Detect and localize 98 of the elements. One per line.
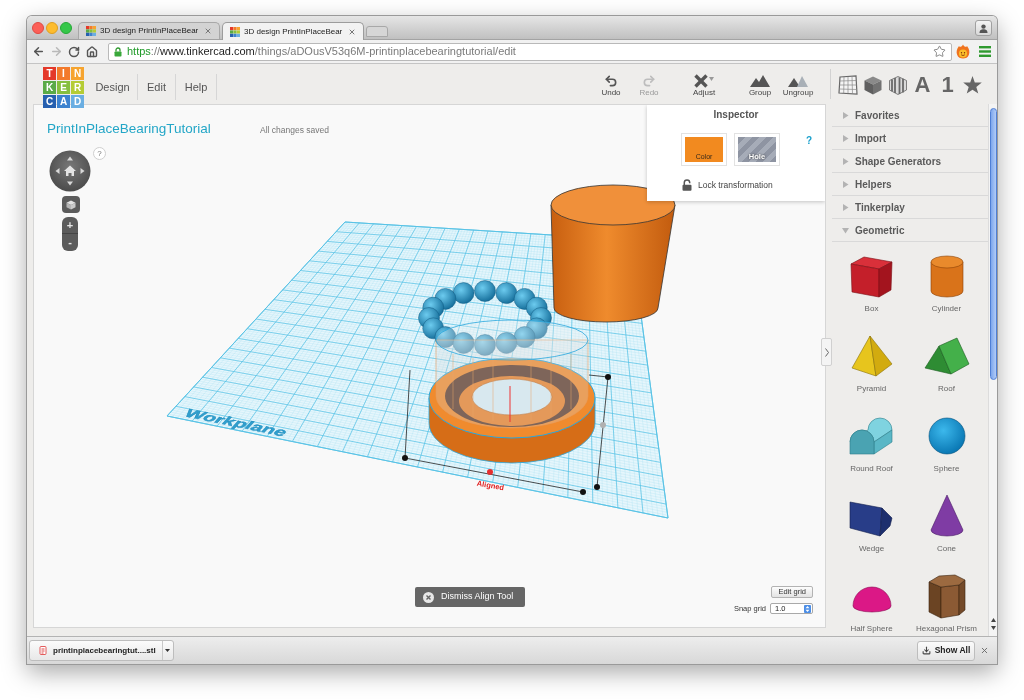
left-arrow-icon[interactable] bbox=[55, 168, 60, 174]
align-handle[interactable] bbox=[594, 484, 600, 490]
shape-tile[interactable]: Box bbox=[834, 242, 909, 322]
close-icon[interactable] bbox=[980, 646, 989, 655]
orbit-control[interactable] bbox=[49, 150, 91, 192]
lock-icon bbox=[114, 46, 122, 57]
bead-ring-drawing[interactable] bbox=[418, 280, 552, 356]
shape-tile[interactable]: Roof bbox=[909, 322, 984, 402]
align-handle[interactable] bbox=[487, 469, 493, 475]
browser-tab[interactable]: 3D design PrintInPlaceBear bbox=[78, 22, 220, 39]
colored-grid-icon bbox=[86, 26, 96, 36]
download-menu-button[interactable] bbox=[161, 641, 173, 660]
panel-tab[interactable] bbox=[835, 75, 860, 95]
logo-tile: D bbox=[71, 95, 84, 108]
inspector-help-button[interactable]: ? bbox=[806, 136, 813, 146]
align-handle[interactable] bbox=[600, 422, 606, 428]
shape-tile[interactable]: Hexagonal Prism bbox=[909, 562, 984, 636]
shape-tile[interactable]: Pyramid bbox=[834, 322, 909, 402]
menu-icon[interactable] bbox=[979, 46, 991, 57]
ungroup-button[interactable]: Ungroup bbox=[778, 64, 818, 100]
right-arrow-icon[interactable] bbox=[80, 168, 85, 174]
close-window-icon[interactable] bbox=[32, 22, 44, 34]
inspector-title: Inspector bbox=[713, 109, 759, 121]
colored-grid-icon bbox=[230, 26, 240, 37]
arrow-right-icon bbox=[49, 45, 63, 58]
menu-item[interactable]: Design bbox=[88, 74, 138, 100]
zoom-in-button[interactable]: + bbox=[62, 217, 78, 234]
scroll-down-icon[interactable] bbox=[990, 626, 996, 630]
align-handle[interactable] bbox=[580, 489, 586, 495]
caret-icon bbox=[165, 649, 171, 652]
logo-tile: T bbox=[43, 67, 56, 80]
file-icon bbox=[39, 646, 47, 655]
logo-tile: C bbox=[43, 95, 56, 108]
zoom-out-button[interactable]: - bbox=[62, 234, 78, 251]
shape-tile[interactable]: Round Roof bbox=[834, 402, 909, 482]
show-all-button[interactable]: Show All bbox=[917, 640, 975, 661]
open-lock-icon[interactable] bbox=[682, 179, 692, 192]
flame-face-icon[interactable] bbox=[956, 44, 970, 59]
panel-tab[interactable]: 1 bbox=[935, 75, 960, 95]
star-icon bbox=[963, 76, 982, 94]
striped-cube-icon bbox=[888, 75, 907, 95]
close-icon[interactable] bbox=[204, 27, 212, 35]
save-status: All changes saved bbox=[260, 124, 329, 137]
lock-transformation-label: Lock transformation bbox=[698, 179, 773, 192]
download-icon bbox=[921, 646, 931, 655]
align-handle[interactable] bbox=[605, 374, 611, 380]
logo-tile: N bbox=[71, 67, 84, 80]
shape-tile[interactable]: Half Sphere bbox=[834, 562, 909, 636]
grid-icon bbox=[837, 75, 858, 95]
group-button[interactable]: Group bbox=[743, 64, 777, 100]
home-icon bbox=[86, 45, 98, 58]
logo-tile: E bbox=[57, 81, 70, 94]
adjust-button[interactable]: Adjust bbox=[686, 64, 722, 100]
panel-tab[interactable]: A bbox=[910, 75, 935, 95]
chevron-right-icon bbox=[824, 347, 829, 357]
bearing-ring-drawing[interactable] bbox=[428, 319, 596, 464]
close-icon[interactable] bbox=[348, 27, 356, 36]
cube-icon bbox=[863, 75, 882, 95]
redo-arrow-icon bbox=[642, 74, 656, 88]
down-arrow-icon[interactable] bbox=[67, 181, 73, 186]
cube-icon bbox=[66, 199, 76, 210]
mountains-icon bbox=[750, 75, 770, 87]
undo-button[interactable]: Undo bbox=[593, 64, 629, 100]
shape-tile[interactable]: Sphere bbox=[909, 402, 984, 482]
ruler-pencil-icon bbox=[694, 74, 708, 88]
logo-tile: I bbox=[57, 67, 70, 80]
address-field[interactable]: https://www.tinkercad.com/things/aDOusV53q6M-printinplacebearingtutorial/edit bbox=[108, 42, 952, 61]
home-icon[interactable] bbox=[64, 165, 76, 176]
person-icon bbox=[979, 23, 988, 33]
logo-tile: K bbox=[43, 81, 56, 94]
profile-button[interactable] bbox=[975, 20, 992, 36]
logo-tile: A bbox=[57, 95, 70, 108]
browser-tab[interactable]: 3D design PrintInPlaceBear bbox=[222, 22, 364, 40]
bookmark-star-icon[interactable] bbox=[933, 45, 946, 58]
menu-item[interactable]: Edit bbox=[138, 74, 176, 100]
cylinder-shape[interactable] bbox=[550, 184, 676, 323]
menu-item[interactable]: Help bbox=[176, 74, 217, 100]
shape-tile[interactable]: Cone bbox=[909, 482, 984, 562]
align-handle[interactable] bbox=[402, 455, 408, 461]
close-circle-icon bbox=[423, 591, 434, 603]
shape-tile[interactable]: Wedge bbox=[834, 482, 909, 562]
view-help-button[interactable]: ? bbox=[93, 147, 106, 160]
dismiss-align-tool-button[interactable]: Dismiss Align Tool bbox=[415, 587, 525, 607]
center-guide-line bbox=[509, 385, 511, 423]
up-arrow-icon[interactable] bbox=[67, 156, 73, 161]
split-mountains-icon bbox=[788, 75, 808, 87]
reload-icon bbox=[68, 45, 80, 58]
undo-arrow-icon bbox=[604, 74, 618, 88]
shape-tile[interactable]: Cylinder bbox=[909, 242, 984, 322]
scroll-up-icon[interactable] bbox=[990, 618, 996, 622]
caret-icon bbox=[709, 77, 714, 81]
view-cube-button[interactable] bbox=[62, 196, 80, 213]
logo-tile: R bbox=[71, 81, 84, 94]
scrollbar[interactable] bbox=[988, 104, 997, 636]
spinner-arrows-icon bbox=[804, 604, 811, 613]
scrollbar-thumb[interactable] bbox=[989, 108, 997, 380]
download-file-button[interactable]: printinplacebearingtut....stl bbox=[30, 641, 162, 660]
arrow-left-icon bbox=[31, 45, 45, 58]
